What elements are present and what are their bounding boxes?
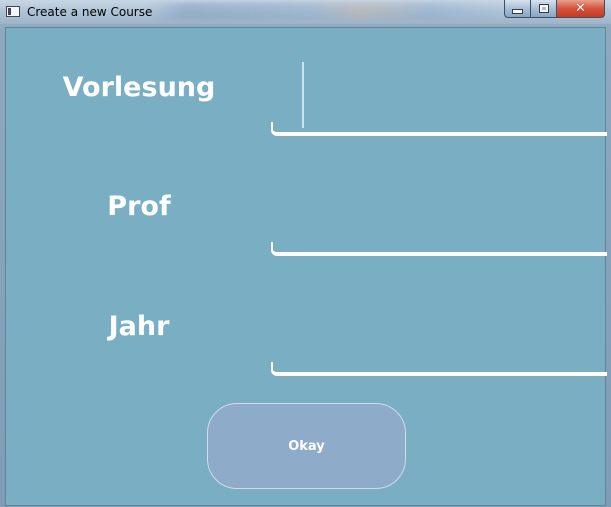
app-window: Create a new Course ✕ Vorlesung Prof Jah… xyxy=(0,0,611,507)
minimize-button[interactable] xyxy=(504,0,530,18)
vorlesung-field[interactable] xyxy=(270,36,607,136)
close-button[interactable]: ✕ xyxy=(556,0,605,18)
app-window-icon[interactable] xyxy=(6,6,20,17)
text-caret xyxy=(302,62,304,128)
vorlesung-label: Vorlesung xyxy=(62,72,216,103)
window-controls: ✕ xyxy=(504,0,605,19)
maximize-icon xyxy=(538,4,549,13)
minimize-icon xyxy=(512,9,523,14)
maximize-button[interactable] xyxy=(530,0,556,18)
prof-field[interactable] xyxy=(270,156,607,256)
jahr-field[interactable] xyxy=(270,276,607,376)
prof-input[interactable] xyxy=(273,156,607,252)
window-title: Create a new Course xyxy=(27,5,153,19)
form-panel: Vorlesung Prof Jahr Okay xyxy=(5,27,607,506)
title-bar[interactable]: Create a new Course ✕ xyxy=(0,0,611,24)
jahr-input[interactable] xyxy=(273,276,607,372)
okay-button[interactable]: Okay xyxy=(207,403,406,489)
jahr-label: Jahr xyxy=(108,311,170,342)
title-bar-background xyxy=(150,2,500,20)
vorlesung-input[interactable] xyxy=(273,36,607,132)
prof-label: Prof xyxy=(107,191,171,222)
close-icon: ✕ xyxy=(575,1,586,16)
